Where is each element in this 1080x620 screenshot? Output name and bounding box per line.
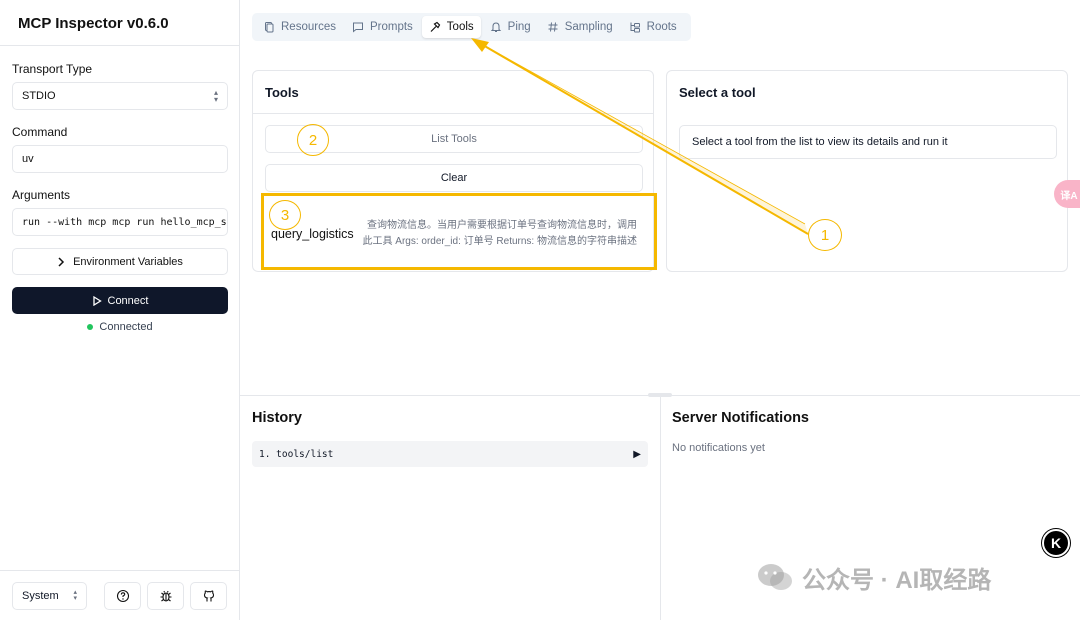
annotation-marker-2: 2 [297,124,329,156]
file-icon [265,22,274,33]
arguments-label: Arguments [12,188,71,202]
watermark-text: 公众号 · AI取经路 [802,567,992,594]
tool-detail-title: Select a tool [679,85,756,100]
k-badge-icon[interactable]: K [1042,529,1070,557]
tab-roots[interactable]: Roots [622,16,684,38]
tab-resources[interactable]: Resources [256,16,343,38]
annotation-marker-1: 1 [808,219,842,251]
command-input[interactable]: uv [12,145,228,173]
environment-variables-button[interactable]: Environment Variables [12,248,228,275]
arguments-value: run --with mcp mcp run hello_mcp_s [22,216,227,228]
sidebar-header: MCP Inspector v0.6.0 [0,0,239,46]
transport-type-select[interactable]: STDIO ▴ ▾ [12,82,228,110]
connection-status: Connected [0,321,240,333]
debug-button[interactable] [147,582,184,610]
watermark: 公众号 · AI取经路 [756,560,991,595]
tool-detail-hint: Select a tool from the list to view its … [679,125,1057,159]
translate-button[interactable]: 译A [1054,180,1080,208]
history-item-label: 1. tools/list [259,448,334,460]
history-title: History [252,410,302,426]
server-notifications-title: Server Notifications [672,410,809,426]
chevron-up-down-icon: ▴ ▾ [73,589,77,602]
tab-label: Prompts [369,21,413,33]
chevron-up-down-icon: ▴ ▾ [213,88,218,104]
connect-label: Connect [107,294,149,307]
highlight-box [261,193,657,270]
chevron-right-icon [58,256,65,267]
hammer-icon [430,21,441,32]
github-button[interactable] [190,582,227,610]
tools-panel-title: Tools [265,85,299,100]
command-value: uv [22,153,34,165]
tab-label: Sampling [564,21,613,33]
transport-type-label: Transport Type [12,62,93,76]
tab-label: Tools [446,21,474,33]
sidebar: MCP Inspector v0.6.0 Transport Type STDI… [0,0,240,620]
environment-variables-label: Environment Variables [73,255,183,268]
theme-value: System [22,590,59,602]
clear-button[interactable]: Clear [265,164,643,192]
tab-label: Roots [646,21,677,33]
tab-ping[interactable]: Ping [483,16,538,38]
tab-sampling[interactable]: Sampling [540,16,620,38]
theme-select[interactable]: System ▴ ▾ [12,582,87,610]
main-tabs: Resources Prompts Tools Ping Sampling Ro… [252,13,691,41]
status-dot [87,324,94,330]
bug-icon [160,590,171,602]
transport-type-value: STDIO [22,90,56,102]
tool-detail-panel: Select a tool Select a tool from the lis… [666,70,1068,272]
tab-label: Ping [507,21,531,33]
command-label: Command [12,125,68,139]
help-circle-icon [116,589,129,603]
github-icon [203,590,214,602]
history-item[interactable]: 1. tools/list ▶ [252,441,648,467]
bell-icon [490,22,501,32]
folder-tree-icon [630,22,640,33]
divider [660,396,661,620]
hash-icon [548,22,558,32]
divider [253,113,653,114]
annotation-marker-3: 3 [269,200,301,230]
status-text: Connected [99,321,153,333]
tab-prompts[interactable]: Prompts [345,16,420,38]
wechat-icon [758,563,792,590]
tab-tools[interactable]: Tools [421,16,481,38]
message-icon [352,22,363,33]
help-button[interactable] [104,582,141,610]
sidebar-footer: System ▴ ▾ [0,570,240,620]
expand-triangle-icon: ▶ [633,448,641,460]
app-title: MCP Inspector v0.6.0 [18,15,169,32]
play-icon [92,295,102,306]
connect-button[interactable]: Connect [12,287,228,314]
tab-label: Resources [281,21,336,33]
empty-notifications-text: No notifications yet [672,442,765,454]
arguments-input[interactable]: run --with mcp mcp run hello_mcp_s [12,208,228,236]
